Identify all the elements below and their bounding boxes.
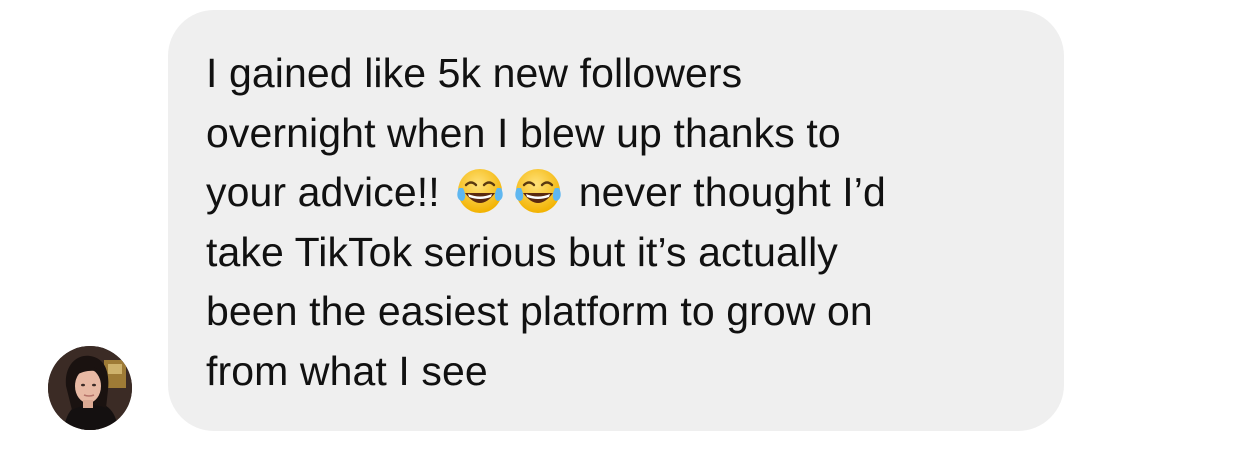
message-text: I gained like 5k new followers overnight… — [206, 44, 1026, 402]
message-line: I gained like 5k new followers — [206, 50, 743, 96]
message-line-with-emoji: your advice!! never thought I’d — [206, 163, 1026, 223]
face-with-tears-of-joy-icon — [455, 166, 505, 216]
message-line: been the easiest platform to grow on — [206, 288, 873, 335]
message-thread: I gained like 5k new followers overnight… — [0, 0, 1242, 454]
message-line: take TikTok serious but it’s actually — [206, 228, 838, 275]
profile-photo-avatar-icon — [48, 346, 132, 430]
message-line: from what I see — [206, 347, 488, 394]
message-line: overnight when I blew up thanks to — [206, 109, 841, 156]
message-text-segment: your advice!! — [206, 169, 440, 216]
message-text-segment: never thought I’d — [578, 169, 886, 216]
face-with-tears-of-joy-icon — [513, 166, 563, 216]
avatar[interactable] — [48, 346, 132, 430]
